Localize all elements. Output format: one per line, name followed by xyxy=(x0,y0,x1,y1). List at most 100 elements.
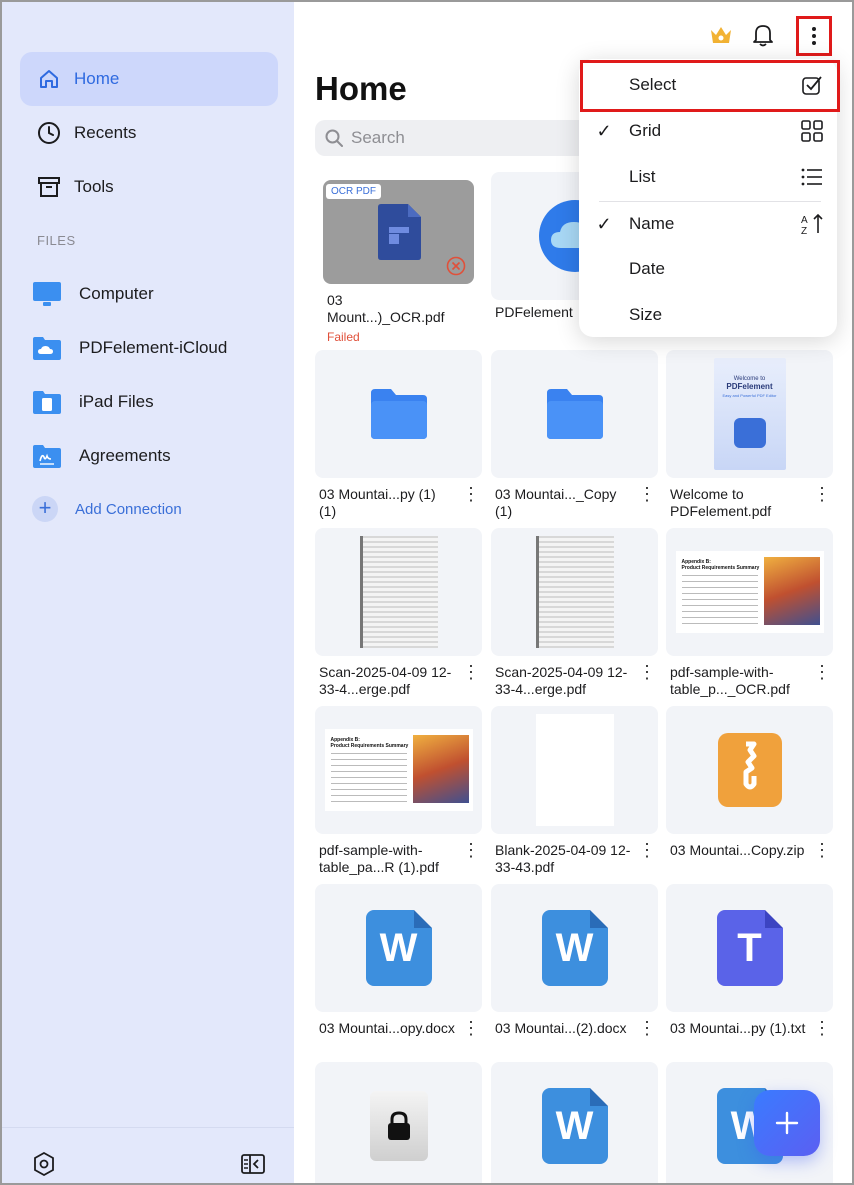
select-highlight-box xyxy=(580,60,840,112)
file-more-icon[interactable]: ⋮ xyxy=(638,484,656,505)
file-thumbnail xyxy=(666,706,833,834)
word-glyph: W xyxy=(379,925,418,970)
file-card[interactable]: T 03 Mountai...py (1).txt ⋮ xyxy=(666,884,833,1039)
menu-item-grid[interactable]: ✓ Grid xyxy=(579,108,837,154)
file-card[interactable]: OCR PDF 03 Mount...)_OCR.pdf Failed xyxy=(323,180,474,344)
file-card[interactable]: Scan-2025-04-09 12-33-4...erge.pdf ⋮ xyxy=(315,528,482,698)
add-connection-label: Add Connection xyxy=(75,500,182,518)
file-card[interactable] xyxy=(315,1062,482,1183)
file-more-icon[interactable]: ⋮ xyxy=(638,662,656,683)
sidebar-item-recents[interactable]: Recents xyxy=(20,106,278,160)
file-card[interactable]: Welcome to PDFelement Easy and Powerful … xyxy=(666,350,833,520)
text-glyph: T xyxy=(737,925,762,970)
welcome-pdf-preview: Welcome to PDFelement Easy and Powerful … xyxy=(713,358,786,470)
sidebar-item-label: Tools xyxy=(74,177,114,196)
more-options-button[interactable] xyxy=(796,16,832,56)
file-card[interactable]: Blank-2025-04-09 12-33-43.pdf ⋮ xyxy=(491,706,658,876)
file-more-icon[interactable]: ⋮ xyxy=(638,840,656,861)
menu-item-label: Grid xyxy=(629,121,662,140)
collapse-sidebar-icon[interactable] xyxy=(241,1154,265,1179)
file-card[interactable]: W xyxy=(491,1062,658,1183)
file-name: 03 Mountai...opy.docx xyxy=(319,1020,455,1036)
menu-item-size[interactable]: Size xyxy=(579,292,837,338)
file-card[interactable]: Appendix B: Product Requirements Summary… xyxy=(666,528,833,698)
sidebar: Home Recents Tools FILES Computer PDFele… xyxy=(2,2,294,1183)
file-thumbnail: W xyxy=(491,1062,658,1183)
file-card[interactable]: Scan-2025-04-09 12-33-4...erge.pdf ⋮ xyxy=(491,528,658,698)
crown-icon[interactable] xyxy=(706,20,736,50)
settings-hexagon-icon[interactable] xyxy=(33,1151,55,1181)
grid-icon xyxy=(787,120,837,142)
list-icon xyxy=(787,168,837,186)
file-card[interactable]: 03 Mountai..._Copy (1) ⋮ xyxy=(491,350,658,520)
file-more-icon[interactable]: ⋮ xyxy=(462,840,480,861)
file-name: 03 Mountai..._Copy (1) xyxy=(495,486,617,519)
file-card[interactable]: W 03 Mountai...(2).docx ⋮ xyxy=(491,884,658,1039)
menu-item-name[interactable]: ✓ Name AZ xyxy=(579,201,837,247)
file-more-icon[interactable]: ⋮ xyxy=(813,840,831,861)
sidebar-item-agreements[interactable]: Agreements xyxy=(32,436,171,476)
folder-icon xyxy=(546,389,603,439)
sidebar-item-label: PDFelement-iCloud xyxy=(79,338,228,357)
plus-icon xyxy=(775,1111,799,1135)
sidebar-item-home[interactable]: Home xyxy=(20,52,278,106)
status-failed: Failed xyxy=(327,330,360,344)
file-thumbnail xyxy=(315,528,482,656)
file-more-icon[interactable]: ⋮ xyxy=(813,484,831,505)
bell-icon[interactable] xyxy=(748,20,778,50)
add-connection-button[interactable]: + Add Connection xyxy=(32,496,182,522)
check-icon: ✓ xyxy=(596,120,612,141)
add-fab-button[interactable] xyxy=(754,1090,820,1156)
file-thumbnail: Appendix B: Product Requirements Summary xyxy=(315,706,482,834)
menu-item-list[interactable]: List xyxy=(579,154,837,200)
locked-file-icon xyxy=(369,1091,428,1161)
scanned-page-preview xyxy=(535,536,614,648)
ocr-badge: OCR PDF xyxy=(326,184,381,199)
file-thumbnail: T xyxy=(666,884,833,1012)
file-thumbnail xyxy=(491,528,658,656)
sidebar-item-ipad-files[interactable]: iPad Files xyxy=(32,382,154,422)
zip-file-icon xyxy=(717,733,782,807)
pdf-document-icon xyxy=(377,204,421,260)
menu-item-label: List xyxy=(629,167,656,186)
text-doc-icon: T xyxy=(716,910,783,986)
error-icon xyxy=(446,256,466,276)
cloud-folder-icon xyxy=(32,335,62,361)
menu-item-label: Date xyxy=(629,259,665,278)
file-more-icon[interactable]: ⋮ xyxy=(813,662,831,683)
svg-text:Z: Z xyxy=(801,226,807,235)
file-name: 03 Mount...)_OCR.pdf xyxy=(327,292,445,325)
file-name: 03 Mountai...py (1) (1) xyxy=(319,486,436,519)
file-card[interactable]: 03 Mountai...Copy.zip ⋮ xyxy=(666,706,833,861)
sidebar-item-computer[interactable]: Computer xyxy=(32,274,154,314)
sidebar-item-label: Agreements xyxy=(79,446,171,465)
sort-az-icon: AZ xyxy=(787,213,837,235)
file-card[interactable]: W 03 Mountai...opy.docx ⋮ xyxy=(315,884,482,1039)
table-pdf-preview: Appendix B: Product Requirements Summary xyxy=(324,729,473,811)
monitor-icon xyxy=(32,281,62,307)
search-input[interactable]: Search xyxy=(315,120,615,156)
check-icon: ✓ xyxy=(596,213,612,234)
sidebar-item-pdfelement-icloud[interactable]: PDFelement-iCloud xyxy=(32,328,227,368)
menu-item-label: Name xyxy=(629,214,675,233)
file-more-icon[interactable]: ⋮ xyxy=(462,662,480,683)
file-more-icon[interactable]: ⋮ xyxy=(462,484,480,505)
tablet-folder-icon xyxy=(32,389,62,415)
file-more-icon[interactable]: ⋮ xyxy=(462,1018,480,1039)
file-card[interactable]: 03 Mountai...py (1) (1) ⋮ xyxy=(315,350,482,520)
sidebar-item-tools[interactable]: Tools xyxy=(20,160,278,214)
file-name: Welcome to PDFelement.pdf xyxy=(670,486,772,519)
file-thumbnail: Welcome to PDFelement Easy and Powerful … xyxy=(666,350,833,478)
menu-item-date[interactable]: Date xyxy=(579,246,837,292)
file-more-icon[interactable]: ⋮ xyxy=(813,1018,831,1039)
files-heading: FILES xyxy=(37,233,76,248)
file-card[interactable]: Appendix B: Product Requirements Summary… xyxy=(315,706,482,876)
file-more-icon[interactable]: ⋮ xyxy=(638,1018,656,1039)
page-title: Home xyxy=(315,70,407,107)
app-logo-graphic xyxy=(733,418,766,448)
cartoon-image xyxy=(412,735,469,803)
word-glyph: W xyxy=(555,925,594,970)
plus-icon: + xyxy=(32,496,58,522)
search-placeholder: Search xyxy=(351,128,405,147)
svg-text:A: A xyxy=(801,215,808,226)
